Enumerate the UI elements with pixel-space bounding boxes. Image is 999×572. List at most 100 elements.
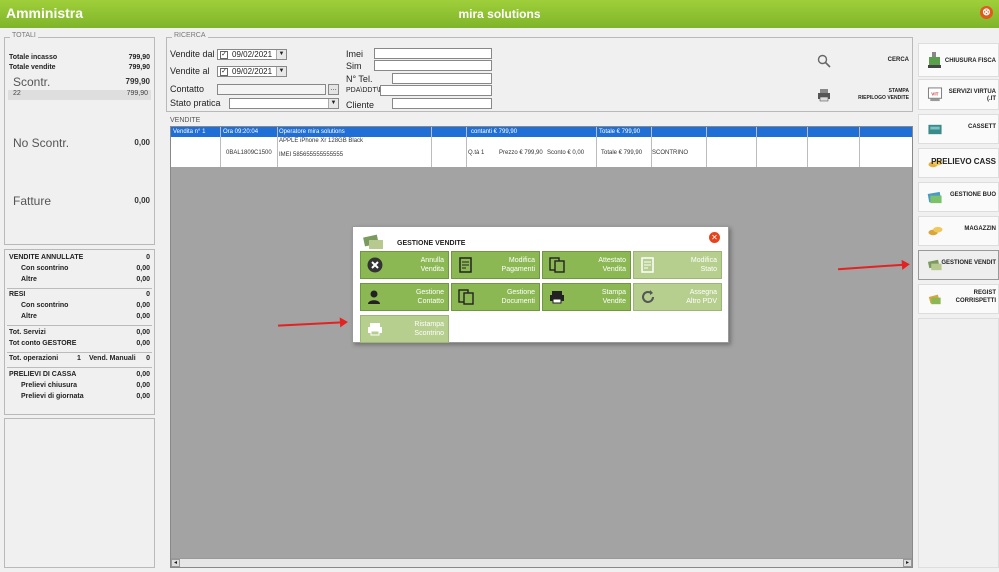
vendite-dal-label: Vendite dal [170,49,215,59]
pda-field[interactable] [380,85,492,96]
sim-field[interactable] [374,60,492,71]
title-bar: Amministra mira solutions ⊗ [0,0,999,28]
drawer-icon [928,124,942,135]
prelievo-cassa-button[interactable]: PRELIEVO CASS [918,148,999,178]
warehouse-icon [928,226,943,236]
ristampa-scontrino-button[interactable]: Ristampa Scontrino [360,315,449,343]
vendite-dal-date[interactable]: ✓ 09/02/2021 ▼ [217,49,287,60]
stato-pratica-select[interactable]: ▼ [229,98,339,109]
value: 0,00 [134,196,150,205]
tile-label: Scontrino [414,330,444,337]
divider [7,288,152,289]
register-icon [928,294,941,305]
vendita-detail-row[interactable]: 0BAL1809C1500 APPLE iPhone Xr 128GB Blac… [171,137,912,167]
button-label: GESTIONE BUO [949,192,996,198]
resi: RESI 0 [9,291,150,301]
search-icon [817,54,831,68]
stampa-vendite-button[interactable]: Stampa Vendite [542,283,631,311]
value: 0 [146,254,150,261]
date-value: 09/02/2021 [232,50,273,59]
button-label: CASSETT [967,124,996,130]
tel-field[interactable] [392,73,492,84]
gestione-contatto-button[interactable]: Gestione Contatto [360,283,449,311]
noscontr-section: No Scontr. 0,00 [13,136,150,150]
modifica-stato-button[interactable]: Modifica Stato [633,251,722,279]
gestione-vendite-dialog: GESTIONE VENDITE ✕ Annulla Vendita Modifi… [352,226,729,343]
stato-pratica-label: Stato pratica [170,98,221,108]
gestione-documenti-button[interactable]: Gestione Documenti [451,283,540,311]
tot-conto-gestore: Tot conto GESTORE 0,00 [9,340,150,350]
receipt-type: SCONTRINO [652,150,688,156]
printer-icon [550,291,564,304]
cliente-field[interactable] [392,98,492,109]
checkbox-icon[interactable]: ✓ [220,68,228,76]
servizi-virtuali-button[interactable]: VIT SERVIZI VIRTUA (.IT [918,79,999,110]
svg-text:VIT: VIT [931,91,938,96]
column-divider [431,127,432,167]
tile-label: Modifica [508,257,535,264]
cancel-icon [367,257,383,273]
column-divider [466,127,467,167]
contact-icon [368,290,380,304]
voucher-icon [927,191,942,204]
gestione-vendite-button[interactable]: GESTIONE VENDIT [918,250,999,280]
imei-field[interactable] [374,48,492,59]
edit-document-icon [459,257,472,273]
annulla-vendita-button[interactable]: Annulla Vendita [360,251,449,279]
horizontal-scrollbar[interactable]: ◂ ▸ [171,558,912,567]
cassetto-button[interactable]: CASSETT [918,114,999,144]
registro-corrispettivi-button[interactable]: REGIST CORRISPETTI [918,284,999,314]
gestione-buoni-button[interactable]: GESTIONE BUO [918,182,999,212]
column-divider [220,127,221,167]
close-icon[interactable]: ⊗ [980,6,993,19]
documents-icon [549,257,565,273]
scontr-section: Scontr. 799,90 [13,75,150,89]
value: 799,90 [128,54,150,61]
label: Vend. Manuali [89,355,136,362]
checkbox-icon[interactable]: ✓ [220,51,228,59]
scontr-row-22[interactable]: 22 799,90 [8,90,151,100]
sales-management-icon [363,234,383,249]
vendite-grid[interactable]: Vendita n° 1 Ora 09:20:04 Operatore mira… [170,126,913,568]
value: 0,00 [136,329,150,336]
value: 0,00 [136,382,150,389]
attestato-vendita-button[interactable]: Attestato Vendita [542,251,631,279]
label: Altre [21,276,37,283]
assegna-altro-pdv-button[interactable]: Assegna Altro PDV [633,283,722,311]
chevron-down-icon[interactable]: ▼ [276,67,286,76]
contatto-browse-button[interactable]: … [328,84,339,95]
scroll-left-icon[interactable]: ◂ [171,559,180,567]
column-divider [651,127,652,167]
tile-label: Assegna [689,289,717,296]
tile-label: Contatto [417,298,444,305]
contatto-field[interactable] [217,84,326,95]
stampa-label: STAMPA [888,88,909,94]
discount: Sconto € 0,00 [547,150,585,156]
close-icon[interactable]: ✕ [709,232,720,243]
cerca-label: CERCA [887,57,909,63]
chevron-down-icon[interactable]: ▼ [276,50,286,59]
label: Altre [21,313,37,320]
button-label: GESTIONE VENDIT [941,260,996,266]
cerca-button[interactable]: CERCA [813,52,909,72]
vendita-payment: contanti € 799,90 [471,129,518,135]
button-label: CORRISPETTI [955,298,996,304]
value: 0,00 [136,313,150,320]
imei-label: Imei [346,49,364,59]
stampa-riepilogo-button[interactable]: STAMPA RIEPILOGO VENDITE [813,86,909,106]
dialog-title: GESTIONE VENDITE [397,240,466,247]
tile-label: Gestione [415,289,444,296]
documents-icon [458,289,474,305]
vendite-al-label: Vendite al [170,66,210,76]
cliente-label: Cliente [346,100,375,110]
modifica-pagamenti-button[interactable]: Modifica Pagamenti [451,251,540,279]
vendita-header-row[interactable]: Vendita n° 1 Ora 09:20:04 Operatore mira… [171,127,912,137]
date-value: 09/02/2021 [232,67,273,76]
chiusura-fiscale-button[interactable]: CHIUSURA FISCA [918,43,999,77]
label: No Scontr. [13,136,70,150]
chevron-down-icon[interactable]: ▼ [328,99,338,108]
magazzino-button[interactable]: MAGAZZIN [918,216,999,246]
vendite-al-date[interactable]: ✓ 09/02/2021 ▼ [217,66,287,77]
scroll-right-icon[interactable]: ▸ [903,559,912,567]
totale-incasso: Totale incasso 799,90 [9,54,150,64]
